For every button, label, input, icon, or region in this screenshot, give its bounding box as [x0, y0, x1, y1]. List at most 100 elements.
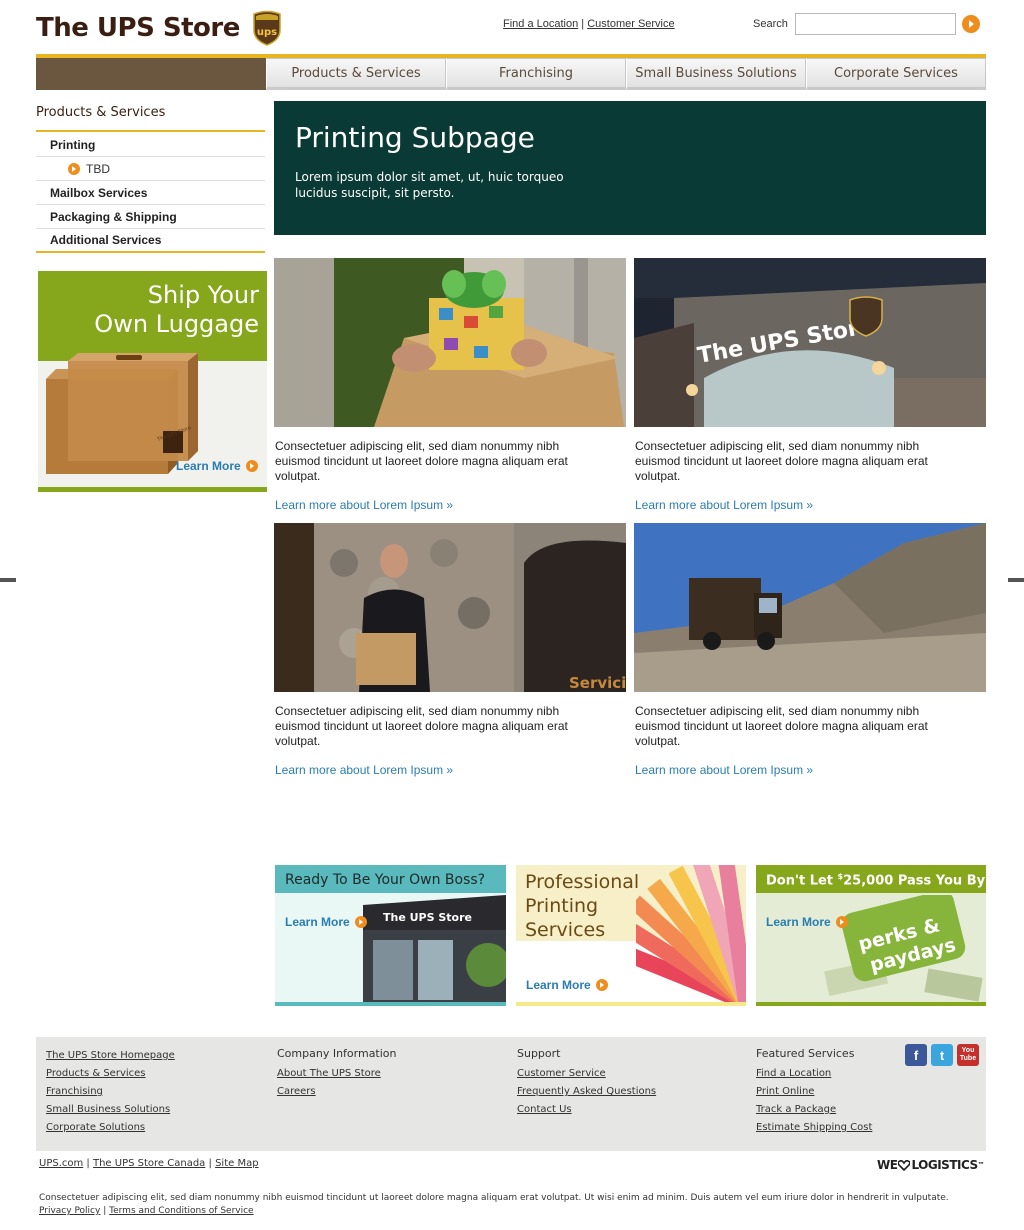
promo-bottom-bar — [275, 1002, 506, 1006]
logistics-part: WE — [877, 1158, 898, 1172]
facebook-icon[interactable]: f — [905, 1044, 927, 1066]
site-map-link[interactable]: Site Map — [215, 1158, 258, 1169]
card-learn-more-link[interactable]: Learn more about Lorem Ipsum » — [275, 763, 453, 777]
perks-paydays-badge-image: perks & paydays — [824, 895, 983, 1002]
find-location-link[interactable]: Find a Location — [503, 18, 578, 30]
arrow-right-icon — [969, 20, 974, 28]
logistics-part: LOGISTICS — [911, 1158, 978, 1172]
brand-name: The UPS Store — [36, 13, 240, 43]
color-swatch-fan-image — [636, 865, 746, 1002]
arrow-bullet-icon — [68, 162, 80, 175]
trademark: ™ — [977, 1161, 985, 1169]
luggage-learn-more[interactable]: Learn More — [176, 459, 258, 473]
tab-corporate-services[interactable]: Corporate Services — [806, 58, 986, 90]
sidebar-title: Products & Services — [36, 105, 166, 120]
promo-line: Professional — [525, 871, 640, 893]
footer-link[interactable]: Small Business Solutions — [46, 1101, 175, 1119]
footer-col-company: Company Information About The UPS Store … — [277, 1047, 397, 1101]
promo-bottom-bar — [756, 1002, 986, 1006]
main-nav: Products & Services Franchising Small Bu… — [266, 58, 986, 90]
terms-link[interactable]: Terms and Conditions of Service — [109, 1206, 253, 1216]
privacy-policy-link[interactable]: Privacy Policy — [39, 1206, 100, 1216]
delivery-truck-photo — [634, 523, 986, 692]
footer-link[interactable]: Print Online — [756, 1083, 872, 1101]
promo-learn-more[interactable]: Learn More — [766, 915, 848, 929]
footer-heading: Featured Services — [756, 1047, 855, 1060]
perks-paydays-promo[interactable]: Don't Let $25,000 Pass You By! perks & p… — [756, 865, 986, 1006]
promo-learn-more[interactable]: Learn More — [285, 915, 367, 929]
tab-small-business[interactable]: Small Business Solutions — [626, 58, 806, 90]
footer-link[interactable]: Contact Us — [517, 1101, 656, 1119]
twitter-icon[interactable]: t — [931, 1044, 953, 1066]
sidebar-item-printing[interactable]: Printing — [36, 133, 265, 157]
footer-link[interactable]: Products & Services — [46, 1065, 175, 1083]
nav-brown-block — [36, 58, 266, 90]
search-go-button[interactable] — [962, 15, 980, 33]
own-boss-promo[interactable]: Ready To Be Your Own Boss? The UPS Store… — [275, 865, 506, 1006]
footer-link[interactable]: Careers — [277, 1083, 397, 1101]
edge-marker-right — [1008, 578, 1024, 582]
tab-products-services[interactable]: Products & Services — [266, 58, 446, 90]
footer-heading: Support — [517, 1047, 561, 1060]
card-description: Consectetuer adipiscing elit, sed diam n… — [635, 704, 928, 748]
footer-link[interactable]: Find a Location — [756, 1065, 872, 1083]
sidebar-item-mailbox[interactable]: Mailbox Services — [36, 181, 265, 205]
promo-learn-more[interactable]: Learn More — [526, 978, 608, 992]
printing-promo[interactable]: Professional Printing Services Learn Mor… — [516, 865, 746, 1006]
youtube-icon[interactable]: You Tube — [957, 1044, 979, 1066]
legal-text: Consectetuer adipiscing elit, sed diam n… — [39, 1192, 969, 1218]
search-label: Search — [753, 18, 788, 30]
luggage-line2: Own Luggage — [94, 310, 259, 338]
arrow-right-icon — [835, 916, 848, 928]
footer-link[interactable]: The UPS Store Homepage — [46, 1047, 175, 1065]
sidebar-item-additional[interactable]: Additional Services — [36, 229, 265, 253]
card-learn-more-link[interactable]: Learn more about Lorem Ipsum » — [635, 763, 813, 777]
footer-link[interactable]: Customer Service — [517, 1065, 656, 1083]
learn-more-label: Learn More — [285, 915, 350, 929]
hero-banner: Printing Subpage Lorem ipsum dolor sit a… — [274, 101, 986, 235]
page-title: Printing Subpage — [295, 121, 535, 154]
content-card: Consectetuer adipiscing elit, sed diam n… — [634, 523, 986, 777]
card-learn-more-link[interactable]: Learn more about Lorem Ipsum » — [635, 498, 813, 512]
luggage-promo[interactable]: Ship Your Own Luggage The UPS Store Lear… — [38, 271, 267, 492]
edge-marker-left — [0, 578, 16, 582]
store-front-image: The UPS Store — [363, 895, 506, 1002]
top-links: Find a Location | Customer Service — [503, 18, 675, 30]
content-card: Servici Consectetuer adipiscing elit, se… — [274, 523, 626, 777]
businessman-photo: Servici — [274, 523, 626, 692]
card-description: Consectetuer adipiscing elit, sed diam n… — [275, 439, 568, 483]
tab-franchising[interactable]: Franchising — [446, 58, 626, 90]
footer-link[interactable]: Frequently Asked Questions — [517, 1083, 656, 1101]
arrow-right-icon — [245, 460, 258, 472]
store-sign-photo: The UPS Store — [634, 258, 986, 427]
social-links: f t You Tube — [905, 1044, 979, 1066]
gift-box-photo — [274, 258, 626, 427]
legal-bottom-links: Privacy Policy | Terms and Conditions of… — [39, 1205, 969, 1218]
search-input[interactable] — [795, 13, 956, 35]
footer-heading: Company Information — [277, 1047, 397, 1060]
ups-com-link[interactable]: UPS.com — [39, 1158, 83, 1169]
site-footer: The UPS Store Homepage Products & Servic… — [36, 1037, 986, 1151]
footer-link[interactable]: About The UPS Store — [277, 1065, 397, 1083]
footer-link[interactable]: Corporate Solutions — [46, 1119, 175, 1137]
luggage-bottom-bar — [38, 487, 267, 492]
ups-store-canada-link[interactable]: The UPS Store Canada — [93, 1158, 205, 1169]
footer-link[interactable]: Track a Package — [756, 1101, 872, 1119]
sidebar-item-tbd[interactable]: TBD — [36, 157, 265, 181]
footer-link[interactable]: Franchising — [46, 1083, 175, 1101]
card-learn-more-link[interactable]: Learn more about Lorem Ipsum » — [275, 498, 453, 512]
we-love-logistics-logo[interactable]: WE LOGISTICS ™ — [877, 1158, 985, 1172]
legal-paragraph: Consectetuer adipiscing elit, sed diam n… — [39, 1193, 949, 1203]
truck-text: Servici — [569, 674, 626, 692]
customer-service-link[interactable]: Customer Service — [587, 18, 674, 30]
arrow-right-icon — [354, 916, 367, 928]
store-sign-text: The UPS Store — [383, 911, 472, 924]
promo-title: Ready To Be Your Own Boss? — [285, 872, 486, 888]
hero-text: Lorem ipsum dolor sit amet, ut, huic tor… — [295, 170, 564, 200]
footer-link[interactable]: Estimate Shipping Cost — [756, 1119, 872, 1137]
arrow-right-icon — [595, 979, 608, 991]
sidebar-item-label: TBD — [86, 161, 110, 176]
brand-logo[interactable]: The UPS Store ups — [36, 10, 282, 46]
sidebar-item-packaging[interactable]: Packaging & Shipping — [36, 205, 265, 229]
promo-line: Printing — [525, 895, 599, 917]
